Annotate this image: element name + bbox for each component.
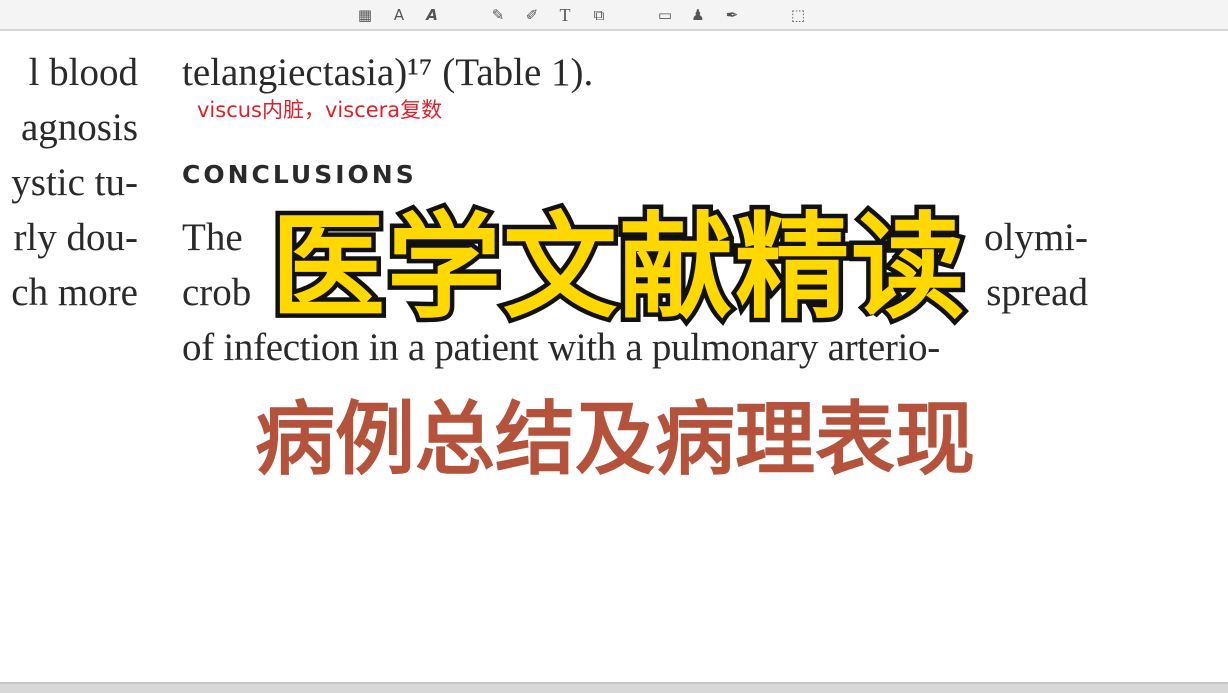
overlay-subtitle: 病例总结及病理表现 [255,393,975,486]
annotation-note: viscus内脏，viscera复数 [197,98,443,122]
highlighter-icon[interactable]: ✐ [522,5,542,25]
left-column-line: rly dou- [13,216,138,259]
stamp-icon[interactable]: ♟ [688,5,708,25]
text-fragment: olymi- [984,216,1088,259]
left-column-line: l blood [28,51,138,94]
left-column-line: ch more [11,271,138,314]
text-tool-icon[interactable]: T [555,5,575,25]
text-style-icon[interactable]: ▦ [355,5,375,25]
annotation-toolbar: ▦ A 𝘼 ✎ ✐ T ⧉ ▭ ♟ ✒ ⬚ [0,0,1228,31]
pen-icon[interactable]: ✒ [722,5,742,25]
text-line: telangiectasia)¹⁷ (Table 1). [182,51,594,94]
comment-icon[interactable]: ▭ [655,5,675,25]
bottom-scrollbar[interactable] [0,682,1228,693]
section-heading: CONCLUSIONS [182,160,417,189]
selection-icon[interactable]: ⬚ [788,5,808,25]
text-fragment: crob [182,271,252,314]
left-column-line: agnosis [21,106,138,149]
text-fragment: spread [986,271,1088,314]
overlay-title: 医学文献精读 [266,200,969,335]
pencil-icon[interactable]: ✎ [488,5,508,25]
left-column-line: ystic tu- [11,161,138,204]
font-a-icon[interactable]: A [389,5,409,25]
font-a-outline-icon[interactable]: 𝘼 [422,5,442,25]
text-fragment: The [182,216,243,259]
shapes-icon[interactable]: ⧉ [589,5,609,25]
